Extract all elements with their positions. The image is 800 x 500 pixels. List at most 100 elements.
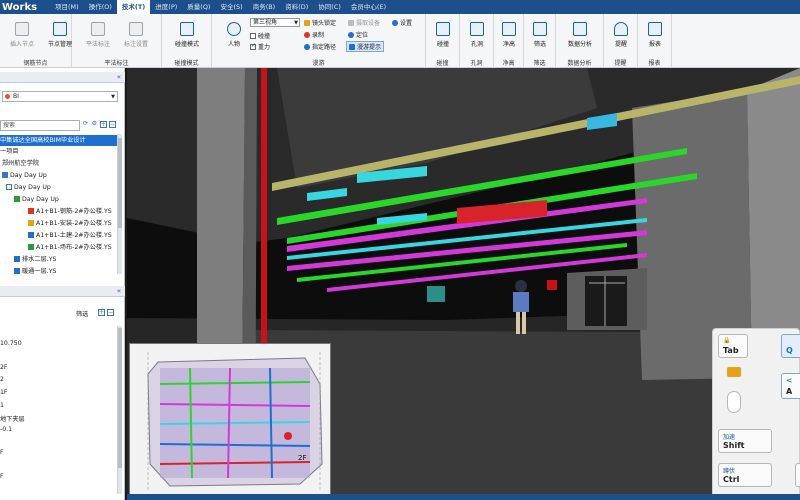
collide-checkbox[interactable] [250, 32, 256, 39]
roam-tip-button[interactable]: 漫游提示 [346, 41, 385, 52]
tab-key[interactable]: 🔒 Tab [718, 334, 748, 358]
data-analysis-button[interactable]: 数据分析 [560, 22, 600, 48]
camera-icon [348, 19, 354, 26]
tab-documents[interactable]: 资料(D) [280, 0, 313, 14]
tab-project[interactable]: 项目(M) [50, 0, 84, 14]
set-path-button[interactable]: 指定路径 [304, 42, 336, 51]
tree-node[interactable]: A1+B1-安装-2#办公楼.YS [28, 218, 112, 229]
group-title: 碰撞 [436, 60, 449, 67]
roam-settings-button[interactable]: 设置 [392, 18, 412, 27]
expand-all-icon[interactable]: + [100, 121, 107, 128]
tab-member-center[interactable]: 会员中心(E) [346, 0, 391, 14]
left-panel: « BI ▼ 搜索 ⟳ ⚙ + − 中集诚达全国高校BIM毕业设计 一项目 郑州… [0, 68, 125, 500]
shift-key[interactable]: 加速 Shift [718, 429, 772, 453]
group-filter: 筛选 筛选 [524, 14, 556, 68]
tree-node[interactable]: Day Day Up [6, 182, 51, 193]
group-steel-nodes: 插入节点 节点管理 钢筋节点 [0, 14, 72, 68]
tree-node[interactable]: 中集诚达全国高校BIM毕业设计 [0, 135, 118, 146]
property-panel-header: « [0, 286, 125, 297]
q-key[interactable]: Q [781, 334, 800, 358]
tree-node[interactable]: 郑州航空学院 [2, 158, 39, 169]
property-value: F [0, 473, 4, 480]
lock-view-button[interactable]: 镜头锁定 [304, 18, 336, 27]
hole-icon [470, 22, 484, 36]
tree-node[interactable]: 排水二层.YS [14, 254, 56, 265]
filter-button[interactable]: 筛选 [520, 22, 560, 48]
tab-business[interactable]: 商务(B) [248, 0, 281, 14]
refresh-icon[interactable]: ⟳ [82, 121, 89, 128]
bell-icon [614, 22, 628, 36]
scroll-thumb[interactable] [118, 138, 122, 228]
partial-key[interactable] [795, 463, 800, 487]
record-icon [304, 31, 310, 38]
tab-operation[interactable]: 操作(O) [84, 0, 117, 14]
locate-button[interactable]: 定位 [348, 30, 368, 39]
report-button[interactable]: 报表 [635, 22, 675, 48]
minimap[interactable]: 2F [129, 343, 331, 495]
tree-node[interactable]: 一项目 [0, 146, 19, 157]
tree-node[interactable]: A1+B1-场布-2#办公楼.YS [28, 242, 112, 253]
building-icon [14, 196, 20, 202]
tree-node[interactable]: Day Day Up [14, 194, 59, 205]
project-icon [5, 94, 10, 99]
rebar-icon [28, 208, 34, 214]
property-scrollbar[interactable] [117, 326, 122, 494]
avatar-head [515, 280, 527, 292]
app-window: Works 项目(M) 操作(O) 技术(T) 进度(P) 质量(Q) 安全(S… [0, 0, 800, 500]
keyboard-hint-panel: 🔒 Tab Q < A 加速 Shift 蹲伏 Ctrl [712, 328, 800, 500]
tree-node[interactable]: A1+B1-钢筋-2#办公楼.YS [28, 206, 112, 217]
annotation-settings-button[interactable]: 标注设置 [116, 22, 156, 48]
chevron-down-icon: ▼ [294, 20, 298, 26]
a-key[interactable]: < A [781, 373, 800, 399]
plane-annotation-button[interactable]: 平法标注 [78, 22, 118, 48]
capture-device-button[interactable]: 摄取设备 [348, 18, 380, 27]
person-button[interactable]: 人物 [214, 22, 254, 48]
tab-progress[interactable]: 进度(P) [150, 0, 182, 14]
collapse-icon[interactable]: « [117, 73, 121, 81]
insert-node-button[interactable]: 插入节点 [2, 22, 42, 48]
record-button[interactable]: 录制 [304, 30, 324, 39]
tab-safety[interactable]: 安全(S) [215, 0, 247, 14]
collide-checkbox-row[interactable]: 碰撞 [250, 31, 270, 40]
group-title: 碰撞模式 [174, 60, 199, 67]
tree-branch-icon [6, 184, 12, 190]
gear-icon [392, 19, 398, 26]
group-remind: 提醒 提醒 [604, 14, 638, 68]
collapse-icon[interactable]: « [117, 287, 121, 295]
group-title: 钢筋节点 [23, 60, 48, 67]
tab-quality[interactable]: 质量(Q) [182, 0, 215, 14]
tree-node[interactable]: Day Day Up [2, 170, 47, 181]
locate-pin-icon [348, 31, 354, 38]
tree-node[interactable]: A1+B1-土建-2#办公楼.YS [28, 230, 112, 241]
expand-all-icon[interactable]: + [98, 309, 105, 316]
view-mode-select[interactable]: 第三视角 ▼ [250, 18, 300, 27]
project-dropdown[interactable]: BI ▼ [2, 91, 118, 102]
tab-collaboration[interactable]: 协同(C) [313, 0, 346, 14]
annotation-settings-icon [129, 22, 143, 36]
node-manage-icon [53, 22, 67, 36]
avatar-body [513, 292, 529, 312]
tree-search-input[interactable]: 搜索 [0, 120, 80, 131]
avatar-leg [522, 312, 526, 334]
group-title: 漫游 [312, 60, 325, 67]
status-bar [127, 494, 800, 500]
scroll-thumb[interactable] [118, 328, 122, 468]
property-toolbar: + − [98, 309, 114, 316]
gravity-checkbox-row[interactable]: 重力 [250, 42, 270, 51]
collapse-all-icon[interactable]: − [107, 309, 114, 316]
collision-mode-button[interactable]: 碰撞模式 [167, 22, 207, 48]
gear-icon[interactable]: ⚙ [91, 121, 98, 128]
collapse-all-icon[interactable]: − [109, 121, 116, 128]
tab-technology[interactable]: 技术(T) [116, 0, 151, 14]
person-rotate-icon [227, 22, 241, 36]
clearance-icon [502, 22, 516, 36]
group-roam: 人物 第三视角▼ 碰撞 重力 镜头锁定 录制 指定路径 摄取设备 [212, 14, 426, 68]
ctrl-key[interactable]: 蹲伏 Ctrl [718, 463, 772, 487]
property-value: F [0, 449, 4, 456]
collision-icon [436, 22, 450, 36]
tree-node[interactable]: 暖通一层.YS [14, 266, 56, 277]
gravity-checkbox[interactable] [250, 42, 256, 50]
tree-scrollbar[interactable] [117, 134, 122, 274]
group-title: 报表 [648, 60, 661, 67]
civil-icon [28, 232, 34, 238]
